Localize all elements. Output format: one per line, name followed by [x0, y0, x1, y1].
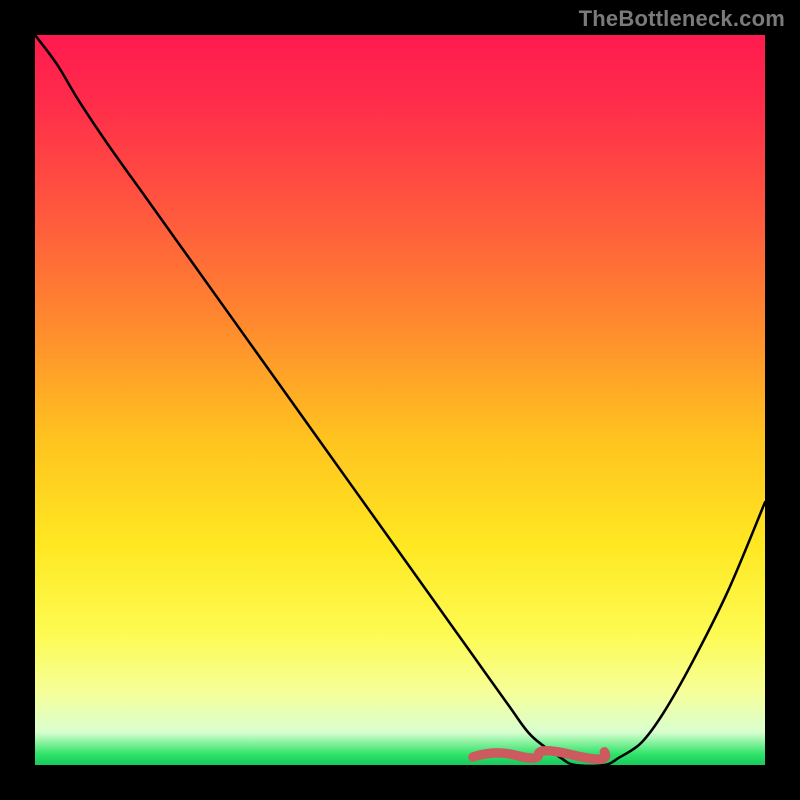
bottleneck-curve	[35, 35, 765, 765]
plot-area	[35, 35, 765, 765]
watermark-text: TheBottleneck.com	[579, 6, 785, 32]
curve-layer	[35, 35, 765, 765]
chart-frame: TheBottleneck.com	[0, 0, 800, 800]
optimal-range-marker	[473, 751, 606, 759]
